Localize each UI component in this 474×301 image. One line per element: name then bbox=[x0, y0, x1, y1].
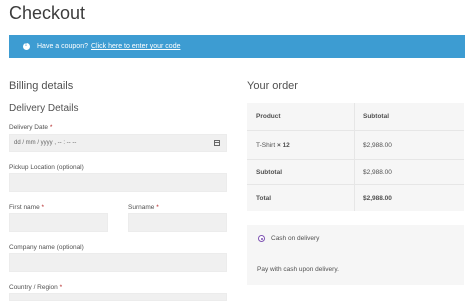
total-row: Total $2,988.00 bbox=[247, 185, 464, 211]
your-order-heading: Your order bbox=[247, 80, 298, 92]
surname-field[interactable] bbox=[128, 213, 227, 232]
delivery-date-placeholder: dd / mm / yyyy , -- : -- -- bbox=[14, 140, 77, 146]
subtotal-label: Subtotal bbox=[256, 168, 282, 176]
first-name-label: First name * bbox=[9, 204, 45, 211]
product-column-header: Product bbox=[256, 113, 281, 120]
payment-methods: Cash on delivery Pay with cash upon deli… bbox=[247, 225, 464, 285]
surname-label: Surname * bbox=[128, 204, 159, 211]
order-item-product: T-Shirt × 12 bbox=[247, 142, 354, 149]
total-label: Total bbox=[256, 194, 272, 202]
delivery-date-input[interactable]: dd / mm / yyyy , -- : -- -- bbox=[9, 134, 227, 152]
order-item-qty: × 12 bbox=[276, 141, 290, 149]
order-item-row: T-Shirt × 12 $2,988.00 bbox=[247, 131, 464, 160]
coupon-notice-text: Have a coupon? bbox=[37, 43, 88, 50]
subtotal-row: Subtotal $2,988.00 bbox=[247, 160, 464, 185]
enter-coupon-link[interactable]: Click here to enter your code bbox=[91, 43, 181, 50]
delivery-details-heading: Delivery Details bbox=[9, 103, 79, 114]
pickup-location-label: Pickup Location (optional) bbox=[9, 164, 84, 171]
coupon-notice: Have a coupon? Click here to enter your … bbox=[9, 35, 465, 58]
cash-on-delivery-radio[interactable] bbox=[258, 235, 265, 242]
page-title: Checkout bbox=[9, 3, 86, 23]
order-table: Product Subtotal T-Shirt × 12 $2,988.00 … bbox=[247, 103, 464, 211]
subtotal-value: $2,988.00 bbox=[354, 160, 464, 184]
total-value: $2,988.00 bbox=[354, 185, 464, 211]
pickup-location-field[interactable] bbox=[9, 173, 227, 192]
delivery-date-label: Delivery Date * bbox=[9, 124, 53, 131]
company-name-field[interactable] bbox=[9, 253, 227, 272]
payment-method-description: Pay with cash upon delivery. bbox=[257, 266, 339, 273]
calendar-icon[interactable] bbox=[214, 140, 220, 146]
order-item-name: T-Shirt bbox=[256, 141, 276, 149]
order-table-header: Product Subtotal bbox=[247, 103, 464, 131]
country-label: Country / Region * bbox=[9, 284, 63, 291]
subtotal-column-header: Subtotal bbox=[354, 103, 464, 130]
country-select[interactable] bbox=[9, 293, 227, 301]
order-item-total: $2,988.00 bbox=[354, 131, 464, 159]
info-icon bbox=[23, 42, 30, 50]
payment-method-label[interactable]: Cash on delivery bbox=[271, 235, 319, 242]
billing-details-heading: Billing details bbox=[9, 80, 74, 92]
company-name-label: Company name (optional) bbox=[9, 244, 84, 251]
first-name-field[interactable] bbox=[9, 213, 108, 232]
